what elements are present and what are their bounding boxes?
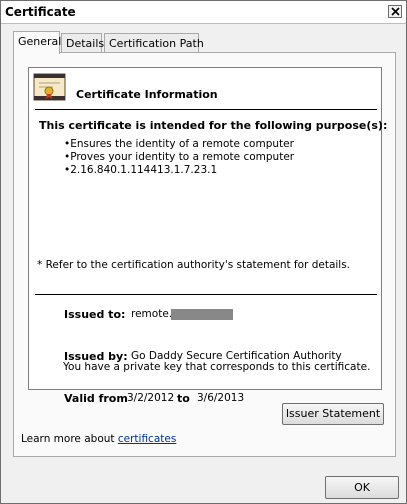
divider-bottom (35, 294, 377, 295)
close-icon (391, 7, 400, 16)
valid-to-label: to (177, 392, 190, 405)
issued-to-value: remote. (131, 308, 173, 320)
tab-details[interactable]: Details (61, 33, 104, 53)
title-bar[interactable]: Certificate (1, 1, 406, 24)
learn-more-prefix: Learn more about (21, 433, 115, 445)
refer-note: * Refer to the certification authority's… (37, 259, 351, 271)
valid-from-label: Valid from (64, 392, 128, 405)
private-key-note: You have a private key that corresponds … (63, 361, 371, 373)
issuer-statement-button[interactable]: Issuer Statement (282, 403, 384, 425)
issued-to-label: Issued to: (64, 308, 126, 321)
purpose-item: Proves your identity to a remote compute… (64, 151, 294, 164)
valid-from-value: 3/2/2012 (127, 392, 175, 404)
certificates-link[interactable]: certificates (118, 433, 176, 445)
redaction-box (171, 309, 233, 320)
purpose-item: Ensures the identity of a remote compute… (64, 138, 294, 151)
learn-more-text: Learn more about certificates (21, 433, 176, 445)
purpose-list: Ensures the identity of a remote compute… (64, 138, 294, 177)
purpose-heading: This certificate is intended for the fol… (39, 119, 388, 132)
valid-to-value: 3/6/2013 (197, 392, 245, 404)
purpose-item: 2.16.840.1.114413.1.7.23.1 (64, 164, 294, 177)
certificate-window: Certificate General Details Certificatio… (0, 0, 407, 504)
window-title: Certificate (5, 5, 76, 19)
tab-certification-path[interactable]: Certification Path (104, 33, 204, 53)
panel-title: Certificate Information (76, 88, 218, 101)
ok-button[interactable]: OK (325, 476, 399, 499)
certificate-icon (33, 73, 66, 101)
close-button[interactable] (388, 5, 402, 18)
divider-top (35, 109, 377, 110)
tab-general[interactable]: General (13, 31, 61, 54)
tab-page-general: Certificate Information This certificate… (13, 52, 396, 457)
certificate-info-panel: Certificate Information This certificate… (28, 67, 387, 405)
